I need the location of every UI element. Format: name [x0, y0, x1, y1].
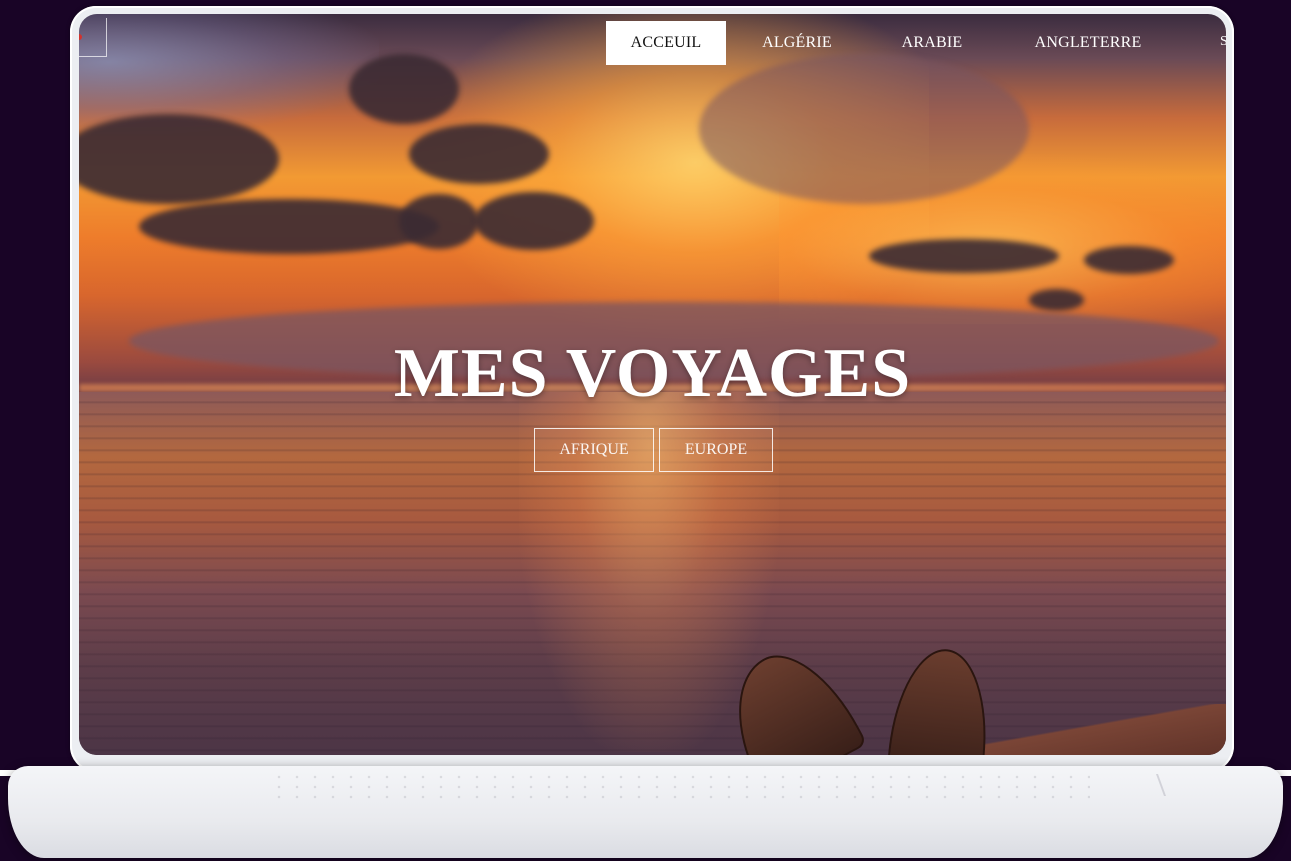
main-nav: ACCEUIL ALGÉRIE ARABIE ANGLETERRE [606, 21, 1180, 65]
keyboard-texture [270, 772, 1090, 802]
cloud [869, 239, 1059, 273]
shore [979, 704, 1226, 755]
nav-item-angleterre[interactable]: ANGLETERRE [996, 21, 1180, 65]
cloud [699, 54, 1029, 204]
cloud [399, 194, 479, 249]
cloud [349, 54, 459, 124]
europe-button[interactable]: EUROPE [659, 428, 773, 472]
nav-item-cut-off[interactable]: S [1220, 34, 1226, 56]
logo-dot-icon [79, 34, 82, 40]
cloud [474, 192, 594, 250]
base-edge-detail [1115, 774, 1167, 796]
site-logo[interactable] [79, 18, 107, 57]
cloud [79, 114, 279, 204]
cloud [1029, 289, 1084, 311]
cloud [409, 124, 549, 184]
hero-buttons: AFRIQUE EUROPE [534, 428, 773, 472]
nav-item-algerie[interactable]: ALGÉRIE [726, 21, 868, 65]
nav-item-acceuil[interactable]: ACCEUIL [606, 21, 726, 65]
afrique-button[interactable]: AFRIQUE [534, 428, 654, 472]
nav-item-arabie[interactable]: ARABIE [868, 21, 996, 65]
cloud [139, 199, 439, 254]
sky-blue-area [79, 14, 379, 134]
hero-title: MES VOYAGES [393, 335, 912, 412]
cloud [1084, 246, 1174, 274]
website-screen: ACCEUIL ALGÉRIE ARABIE ANGLETERRE S MES … [79, 14, 1226, 755]
